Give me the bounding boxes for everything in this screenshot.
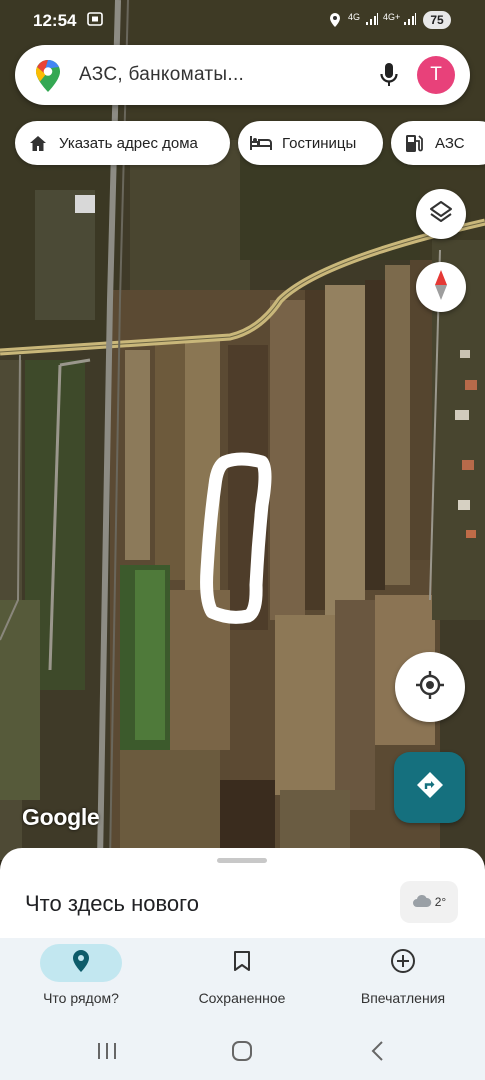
nav-contribute[interactable]: Впечатления bbox=[323, 938, 483, 1006]
network-type-1: 4G bbox=[348, 12, 361, 22]
sheet-title: Что здесь нового bbox=[25, 891, 199, 916]
network-type-2: 4G+ bbox=[383, 12, 401, 22]
weather-badge[interactable]: 2° bbox=[400, 881, 458, 923]
layers-button[interactable] bbox=[416, 189, 466, 239]
my-location-button[interactable] bbox=[395, 652, 465, 722]
signal-icon-1 bbox=[365, 12, 379, 29]
sheet-drag-handle[interactable] bbox=[217, 858, 267, 863]
google-maps-pin-icon bbox=[35, 59, 61, 98]
chip-hotels[interactable]: Гостиницы bbox=[238, 121, 383, 165]
compass-icon bbox=[433, 269, 449, 306]
status-bar: 12:54 4G 4G+ 75 bbox=[0, 0, 485, 40]
cloud-icon bbox=[412, 894, 432, 911]
search-bar[interactable]: АЗС, банкоматы... T bbox=[15, 45, 470, 105]
place-pin-icon bbox=[72, 949, 90, 978]
nav-pill bbox=[362, 944, 444, 982]
signal-icon-2 bbox=[403, 12, 417, 29]
nav-explore[interactable]: Что рядом? bbox=[1, 938, 161, 1006]
home-button-icon[interactable] bbox=[231, 1040, 253, 1067]
microphone-icon[interactable] bbox=[379, 62, 399, 93]
chip-home-address[interactable]: Указать адрес дома bbox=[15, 121, 230, 165]
chip-gas-stations[interactable]: АЗС bbox=[391, 121, 485, 165]
weather-temp: 2° bbox=[434, 895, 447, 909]
bottom-sheet[interactable]: Что здесь нового 2° bbox=[0, 848, 485, 948]
bookmark-icon bbox=[233, 950, 251, 977]
chip-label: АЗС bbox=[435, 134, 465, 152]
status-time: 12:54 bbox=[33, 11, 77, 30]
nav-label: Что рядом? bbox=[43, 990, 119, 1006]
home-icon bbox=[27, 132, 49, 154]
account-avatar[interactable]: T bbox=[417, 56, 455, 94]
back-icon[interactable] bbox=[370, 1040, 386, 1067]
nav-label: Сохраненное bbox=[198, 990, 286, 1006]
layers-icon bbox=[428, 199, 454, 230]
nav-saved[interactable]: Сохраненное bbox=[162, 938, 322, 1006]
directions-icon bbox=[415, 770, 445, 805]
nav-pill bbox=[201, 944, 283, 982]
chip-label: Гостиницы bbox=[282, 134, 357, 152]
compass-button[interactable] bbox=[416, 262, 466, 312]
directions-button[interactable] bbox=[394, 752, 465, 823]
google-attribution: Google bbox=[22, 804, 100, 830]
recent-apps-icon[interactable] bbox=[96, 1041, 118, 1066]
system-navigation bbox=[0, 1025, 485, 1080]
hotel-icon bbox=[250, 132, 272, 154]
screen-record-icon bbox=[87, 11, 103, 30]
add-circle-icon bbox=[390, 948, 416, 979]
location-status-icon bbox=[328, 12, 342, 31]
gas-station-icon bbox=[403, 132, 425, 154]
nav-label: Впечатления bbox=[360, 990, 446, 1006]
nav-active-pill bbox=[40, 944, 122, 982]
battery-level: 75 bbox=[423, 11, 451, 29]
chip-label: Указать адрес дома bbox=[59, 134, 198, 152]
search-input[interactable]: АЗС, банкоматы... bbox=[79, 64, 244, 86]
my-location-icon bbox=[415, 670, 445, 705]
